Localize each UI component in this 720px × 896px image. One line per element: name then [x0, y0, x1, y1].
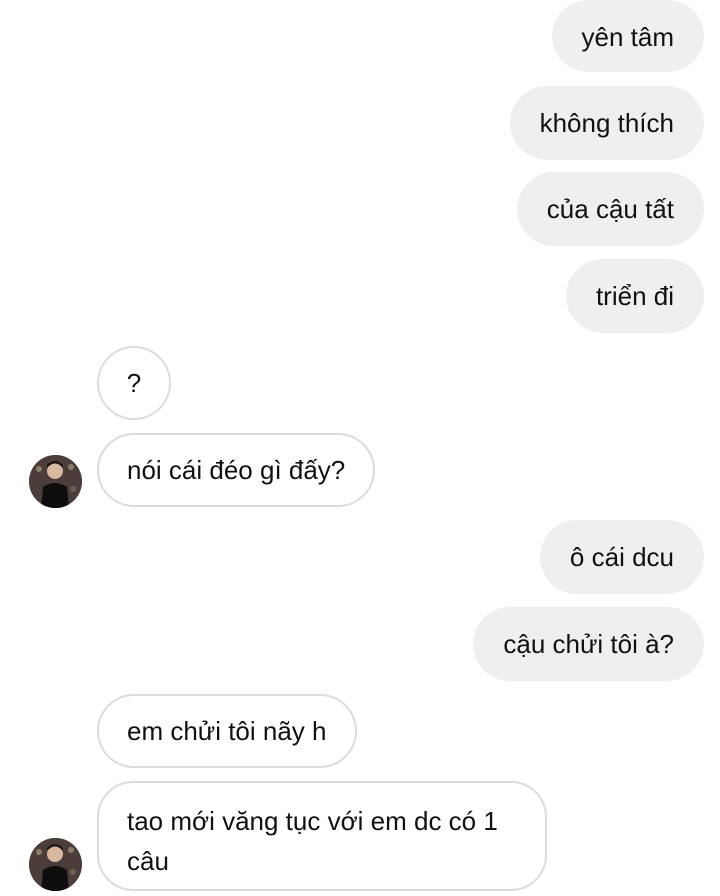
message-text: em chửi tôi nãy h: [127, 716, 327, 746]
message-bubble-incoming[interactable]: tao mới văng tục với em dc có 1 câu: [97, 781, 547, 891]
message-bubble-incoming[interactable]: em chửi tôi nãy h: [97, 694, 357, 768]
message-text: không thích: [539, 108, 674, 138]
message-bubble-outgoing[interactable]: yên tâm: [551, 0, 704, 72]
message-text: ô cái dcu: [569, 542, 674, 572]
message-thread: yên tâm không thích của cậu tất triển đi…: [0, 0, 720, 896]
contact-avatar[interactable]: [29, 838, 82, 891]
message-text: của cậu tất: [546, 194, 674, 224]
message-bubble-outgoing[interactable]: không thích: [509, 86, 704, 160]
message-bubble-outgoing[interactable]: của cậu tất: [516, 172, 704, 246]
contact-avatar[interactable]: [29, 455, 82, 508]
message-text: ?: [126, 368, 142, 398]
message-text: nói cái đéo gì đấy?: [127, 455, 346, 485]
message-bubble-incoming[interactable]: nói cái đéo gì đấy?: [97, 433, 376, 507]
message-text: yên tâm: [581, 22, 675, 52]
message-text: cậu chửi tôi à?: [503, 629, 674, 659]
message-bubble-outgoing[interactable]: triển đi: [565, 259, 704, 333]
avatar-photo-icon: [29, 838, 82, 891]
avatar-photo-icon: [29, 455, 82, 508]
message-bubble-outgoing[interactable]: ô cái dcu: [539, 520, 704, 594]
message-bubble-outgoing[interactable]: cậu chửi tôi à?: [473, 607, 704, 681]
message-bubble-incoming[interactable]: ?: [97, 346, 171, 420]
message-text: tao mới văng tục với em dc có 1 câu: [127, 806, 498, 876]
message-text: triển đi: [595, 281, 674, 311]
